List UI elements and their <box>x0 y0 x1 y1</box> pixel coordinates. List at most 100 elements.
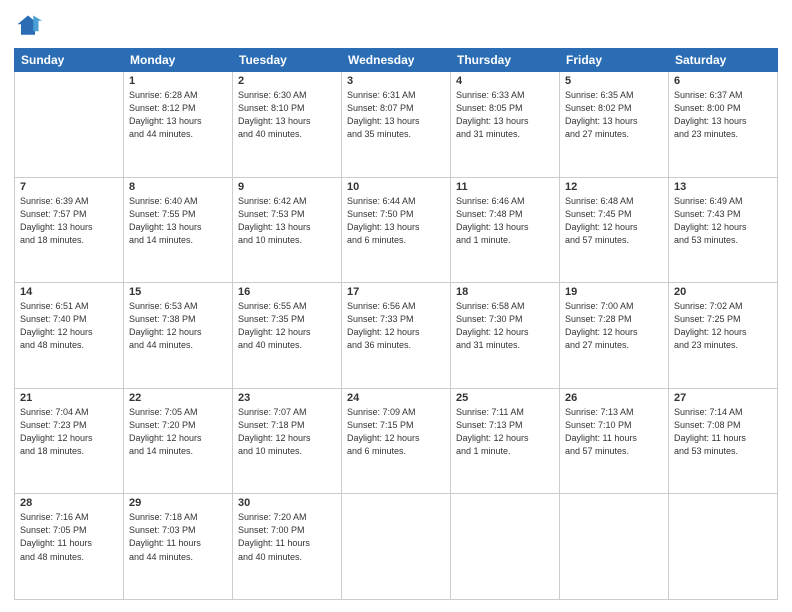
calendar-cell: 23 Sunrise: 7:07 AM Sunset: 7:18 PM Dayli… <box>233 388 342 494</box>
calendar-cell: 10Sunrise: 6:44 AM Sunset: 7:50 PM Dayli… <box>342 177 451 283</box>
cell-content: Sunrise: 6:46 AM Sunset: 7:48 PM Dayligh… <box>456 195 554 247</box>
calendar-cell: 16 Sunrise: 6:55 AM Sunset: 7:35 PM Dayli… <box>233 283 342 389</box>
day-number: 5 <box>565 75 663 87</box>
calendar-cell: 26 Sunrise: 7:13 AM Sunset: 7:10 PM Dayli… <box>560 388 669 494</box>
calendar-cell <box>342 494 451 600</box>
calendar-cell: 6 Sunrise: 6:37 AM Sunset: 8:00 PM Daylig… <box>669 72 778 178</box>
cell-content: Sunrise: 7:14 AM Sunset: 7:08 PM Dayligh… <box>674 406 772 458</box>
cell-content: Sunrise: 7:16 AM Sunset: 7:05 PM Dayligh… <box>20 511 118 563</box>
calendar-cell: 13 Sunrise: 6:49 AM Sunset: 7:43 PM Dayli… <box>669 177 778 283</box>
weekday-header-thursday: Thursday <box>451 49 560 72</box>
day-number: 11 <box>456 181 554 193</box>
calendar-cell: 21 Sunrise: 7:04 AM Sunset: 7:23 PM Dayli… <box>15 388 124 494</box>
calendar-cell: 5 Sunrise: 6:35 AM Sunset: 8:02 PM Daylig… <box>560 72 669 178</box>
calendar-cell: 14 Sunrise: 6:51 AM Sunset: 7:40 PM Dayli… <box>15 283 124 389</box>
cell-content: Sunrise: 6:37 AM Sunset: 8:00 PM Dayligh… <box>674 89 772 141</box>
cell-content: Sunrise: 7:05 AM Sunset: 7:20 PM Dayligh… <box>129 406 227 458</box>
cell-content: Sunrise: 7:09 AM Sunset: 7:15 PM Dayligh… <box>347 406 445 458</box>
cell-content: Sunrise: 6:35 AM Sunset: 8:02 PM Dayligh… <box>565 89 663 141</box>
cell-content: Sunrise: 6:51 AM Sunset: 7:40 PM Dayligh… <box>20 300 118 352</box>
calendar-week-1: 1 Sunrise: 6:28 AM Sunset: 8:12 PM Daylig… <box>15 72 778 178</box>
calendar-cell: 12 Sunrise: 6:48 AM Sunset: 7:45 PM Dayli… <box>560 177 669 283</box>
calendar-cell: 22 Sunrise: 7:05 AM Sunset: 7:20 PM Dayli… <box>124 388 233 494</box>
day-number: 13 <box>674 181 772 193</box>
calendar-week-4: 21 Sunrise: 7:04 AM Sunset: 7:23 PM Dayli… <box>15 388 778 494</box>
cell-content: Sunrise: 6:40 AM Sunset: 7:55 PM Dayligh… <box>129 195 227 247</box>
cell-content: Sunrise: 7:07 AM Sunset: 7:18 PM Dayligh… <box>238 406 336 458</box>
cell-content: Sunrise: 6:42 AM Sunset: 7:53 PM Dayligh… <box>238 195 336 247</box>
cell-content: Sunrise: 7:20 AM Sunset: 7:00 PM Dayligh… <box>238 511 336 563</box>
day-number: 8 <box>129 181 227 193</box>
cell-content: Sunrise: 6:30 AM Sunset: 8:10 PM Dayligh… <box>238 89 336 141</box>
calendar-cell: 3Sunrise: 6:31 AM Sunset: 8:07 PM Daylig… <box>342 72 451 178</box>
day-number: 24 <box>347 392 445 404</box>
calendar-cell: 17 Sunrise: 6:56 AM Sunset: 7:33 PM Dayli… <box>342 283 451 389</box>
weekday-header-saturday: Saturday <box>669 49 778 72</box>
calendar-cell <box>15 72 124 178</box>
day-number: 6 <box>674 75 772 87</box>
cell-content: Sunrise: 7:00 AM Sunset: 7:28 PM Dayligh… <box>565 300 663 352</box>
calendar-cell: 30 Sunrise: 7:20 AM Sunset: 7:00 PM Dayli… <box>233 494 342 600</box>
calendar-cell: 20 Sunrise: 7:02 AM Sunset: 7:25 PM Dayli… <box>669 283 778 389</box>
day-number: 10 <box>347 181 445 193</box>
day-number: 19 <box>565 286 663 298</box>
day-number: 1 <box>129 75 227 87</box>
day-number: 25 <box>456 392 554 404</box>
day-number: 20 <box>674 286 772 298</box>
cell-content: Sunrise: 6:58 AM Sunset: 7:30 PM Dayligh… <box>456 300 554 352</box>
calendar-cell: 27 Sunrise: 7:14 AM Sunset: 7:08 PM Dayli… <box>669 388 778 494</box>
day-number: 26 <box>565 392 663 404</box>
header <box>14 12 778 40</box>
weekday-header-sunday: Sunday <box>15 49 124 72</box>
calendar-cell: 2 Sunrise: 6:30 AM Sunset: 8:10 PM Daylig… <box>233 72 342 178</box>
cell-content: Sunrise: 7:04 AM Sunset: 7:23 PM Dayligh… <box>20 406 118 458</box>
day-number: 7 <box>20 181 118 193</box>
day-number: 23 <box>238 392 336 404</box>
cell-content: Sunrise: 6:48 AM Sunset: 7:45 PM Dayligh… <box>565 195 663 247</box>
calendar-week-5: 28Sunrise: 7:16 AM Sunset: 7:05 PM Dayli… <box>15 494 778 600</box>
day-number: 27 <box>674 392 772 404</box>
cell-content: Sunrise: 7:02 AM Sunset: 7:25 PM Dayligh… <box>674 300 772 352</box>
calendar-cell: 9 Sunrise: 6:42 AM Sunset: 7:53 PM Daylig… <box>233 177 342 283</box>
cell-content: Sunrise: 7:13 AM Sunset: 7:10 PM Dayligh… <box>565 406 663 458</box>
cell-content: Sunrise: 6:28 AM Sunset: 8:12 PM Dayligh… <box>129 89 227 141</box>
calendar-cell: 25 Sunrise: 7:11 AM Sunset: 7:13 PM Dayli… <box>451 388 560 494</box>
day-number: 12 <box>565 181 663 193</box>
day-number: 9 <box>238 181 336 193</box>
day-number: 14 <box>20 286 118 298</box>
day-number: 18 <box>456 286 554 298</box>
cell-content: Sunrise: 6:31 AM Sunset: 8:07 PM Dayligh… <box>347 89 445 141</box>
calendar-cell: 7 Sunrise: 6:39 AM Sunset: 7:57 PM Daylig… <box>15 177 124 283</box>
calendar-cell: 29Sunrise: 7:18 AM Sunset: 7:03 PM Dayli… <box>124 494 233 600</box>
cell-content: Sunrise: 7:18 AM Sunset: 7:03 PM Dayligh… <box>129 511 227 563</box>
calendar-table: SundayMondayTuesdayWednesdayThursdayFrid… <box>14 48 778 600</box>
day-number: 2 <box>238 75 336 87</box>
calendar-cell: 8 Sunrise: 6:40 AM Sunset: 7:55 PM Daylig… <box>124 177 233 283</box>
calendar-cell: 18 Sunrise: 6:58 AM Sunset: 7:30 PM Dayli… <box>451 283 560 389</box>
day-number: 30 <box>238 497 336 509</box>
weekday-header-tuesday: Tuesday <box>233 49 342 72</box>
calendar-cell: 19 Sunrise: 7:00 AM Sunset: 7:28 PM Dayli… <box>560 283 669 389</box>
cell-content: Sunrise: 6:49 AM Sunset: 7:43 PM Dayligh… <box>674 195 772 247</box>
weekday-header-friday: Friday <box>560 49 669 72</box>
day-number: 17 <box>347 286 445 298</box>
cell-content: Sunrise: 6:55 AM Sunset: 7:35 PM Dayligh… <box>238 300 336 352</box>
calendar-cell: 1 Sunrise: 6:28 AM Sunset: 8:12 PM Daylig… <box>124 72 233 178</box>
day-number: 16 <box>238 286 336 298</box>
day-number: 15 <box>129 286 227 298</box>
calendar-cell: 28Sunrise: 7:16 AM Sunset: 7:05 PM Dayli… <box>15 494 124 600</box>
cell-content: Sunrise: 6:53 AM Sunset: 7:38 PM Dayligh… <box>129 300 227 352</box>
calendar-cell: 24 Sunrise: 7:09 AM Sunset: 7:15 PM Dayli… <box>342 388 451 494</box>
day-number: 22 <box>129 392 227 404</box>
calendar-cell <box>451 494 560 600</box>
weekday-header-row: SundayMondayTuesdayWednesdayThursdayFrid… <box>15 49 778 72</box>
day-number: 4 <box>456 75 554 87</box>
calendar-cell: 4 Sunrise: 6:33 AM Sunset: 8:05 PM Daylig… <box>451 72 560 178</box>
day-number: 21 <box>20 392 118 404</box>
cell-content: Sunrise: 6:39 AM Sunset: 7:57 PM Dayligh… <box>20 195 118 247</box>
logo-icon <box>14 12 42 40</box>
cell-content: Sunrise: 6:56 AM Sunset: 7:33 PM Dayligh… <box>347 300 445 352</box>
cell-content: Sunrise: 7:11 AM Sunset: 7:13 PM Dayligh… <box>456 406 554 458</box>
cell-content: Sunrise: 6:33 AM Sunset: 8:05 PM Dayligh… <box>456 89 554 141</box>
weekday-header-monday: Monday <box>124 49 233 72</box>
